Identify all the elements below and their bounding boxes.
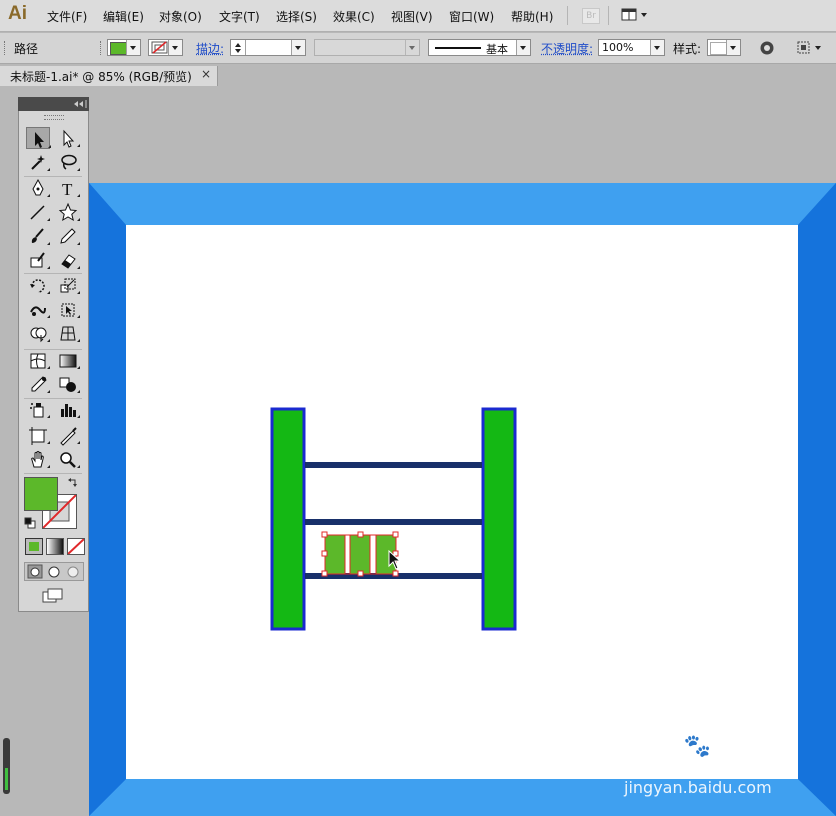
watermark-brand: Bai: [640, 728, 684, 759]
mesh-icon: [30, 353, 50, 369]
blob-brush-tool[interactable]: [26, 249, 50, 271]
symbol-sprayer-icon: [30, 403, 50, 418]
drawing-modes: [24, 562, 84, 581]
pen-tool[interactable]: [26, 177, 50, 199]
slice-icon: [60, 427, 80, 446]
lasso-tool[interactable]: [56, 151, 80, 173]
lasso-icon: [61, 154, 80, 171]
gradient-mode-button[interactable]: [46, 538, 64, 555]
tools-panel-header[interactable]: [18, 97, 89, 111]
paw-icon: 🐾: [683, 733, 711, 758]
default-fill-stroke-icon[interactable]: [24, 517, 36, 529]
mesh-tool[interactable]: [26, 349, 50, 371]
paintbrush-tool[interactable]: [26, 225, 50, 247]
rotate-tool[interactable]: [26, 274, 50, 296]
zoom-icon: [60, 452, 80, 468]
magic-wand-icon: [31, 155, 50, 171]
ladder-rung[interactable]: [305, 519, 482, 525]
shape-builder-tool[interactable]: [26, 322, 50, 344]
ladder-rung[interactable]: [305, 462, 482, 468]
right-post[interactable]: [481, 407, 517, 631]
free-transform-tool[interactable]: [56, 298, 80, 320]
pencil-tool[interactable]: [56, 225, 80, 247]
line-icon: [30, 205, 50, 221]
green-rectangle[interactable]: [349, 534, 371, 575]
perspective-grid-tool[interactable]: [56, 322, 80, 344]
star-icon: [58, 202, 80, 222]
blend-icon: [59, 377, 80, 393]
none-icon: [67, 538, 85, 555]
draw-normal-icon[interactable]: [27, 564, 43, 579]
warp-tool[interactable]: [26, 298, 50, 320]
screen-mode-icon: [42, 588, 63, 603]
change-screen-mode-button[interactable]: [42, 588, 64, 604]
shape-builder-icon: [30, 327, 50, 343]
artboard-tool[interactable]: [26, 424, 50, 446]
draw-inside-icon[interactable]: [67, 566, 79, 578]
column-graph-icon: [61, 404, 80, 418]
tool-divider: [24, 273, 82, 274]
blob-brush-icon: [30, 252, 50, 269]
paintbrush-icon: [31, 228, 50, 245]
watermark-brand-suffix: 经验: [710, 728, 767, 759]
none-mode-button[interactable]: [67, 538, 85, 555]
perspective-grid-icon: [60, 326, 80, 342]
collapse-panel-icon[interactable]: [18, 97, 89, 111]
artboard-icon: [29, 427, 50, 445]
left-post[interactable]: [270, 407, 306, 631]
rotate-icon: [30, 279, 50, 294]
draw-behind-icon[interactable]: [48, 566, 60, 578]
pencil-icon: [60, 228, 80, 245]
slice-tool[interactable]: [56, 424, 80, 446]
direct-selection-tool[interactable]: [56, 127, 80, 149]
warp-icon: [30, 306, 50, 318]
color-swatch: [29, 542, 39, 551]
tool-divider: [24, 349, 82, 350]
selection-tool[interactable]: [26, 127, 51, 149]
fill-color-box-front[interactable]: [24, 477, 58, 511]
artwork-layer: [270, 407, 517, 631]
column-graph-tool[interactable]: [56, 398, 80, 420]
tool-divider: [24, 473, 82, 474]
svg-text:T: T: [62, 180, 73, 199]
color-mode-button[interactable]: [25, 538, 43, 555]
selection-icon: [35, 132, 51, 148]
gradient-icon: [59, 354, 80, 369]
star-tool[interactable]: [56, 201, 80, 223]
zoom-tool[interactable]: [56, 448, 80, 470]
free-transform-icon: [61, 303, 80, 318]
scroll-grip[interactable]: [3, 738, 10, 794]
selected-rectangles[interactable]: [321, 531, 399, 577]
panel-grip[interactable]: [44, 115, 64, 120]
green-rectangle[interactable]: [324, 534, 346, 575]
hand-icon: [31, 451, 50, 468]
blend-tool[interactable]: [56, 373, 80, 395]
type-icon: T: [62, 180, 80, 199]
pen-icon: [32, 178, 50, 197]
eyedropper-icon: [31, 376, 50, 393]
magic-wand-tool[interactable]: [26, 151, 50, 173]
hand-tool[interactable]: [26, 448, 50, 470]
tool-divider: [24, 398, 82, 399]
gradient-tool[interactable]: [56, 349, 80, 371]
scale-tool[interactable]: [56, 274, 80, 296]
swap-fill-stroke-icon[interactable]: [67, 477, 79, 489]
line-tool[interactable]: [26, 201, 50, 223]
type-tool[interactable]: T: [56, 177, 80, 199]
direct-selection-icon: [63, 129, 80, 148]
eraser-icon: [61, 254, 80, 269]
watermark-url: jingyan.baidu.com: [624, 778, 772, 797]
scale-icon: [60, 278, 80, 294]
symbol-sprayer-tool[interactable]: [26, 398, 50, 420]
tool-divider: [24, 176, 82, 177]
eyedropper-tool[interactable]: [26, 373, 50, 395]
eraser-tool[interactable]: [56, 249, 80, 271]
